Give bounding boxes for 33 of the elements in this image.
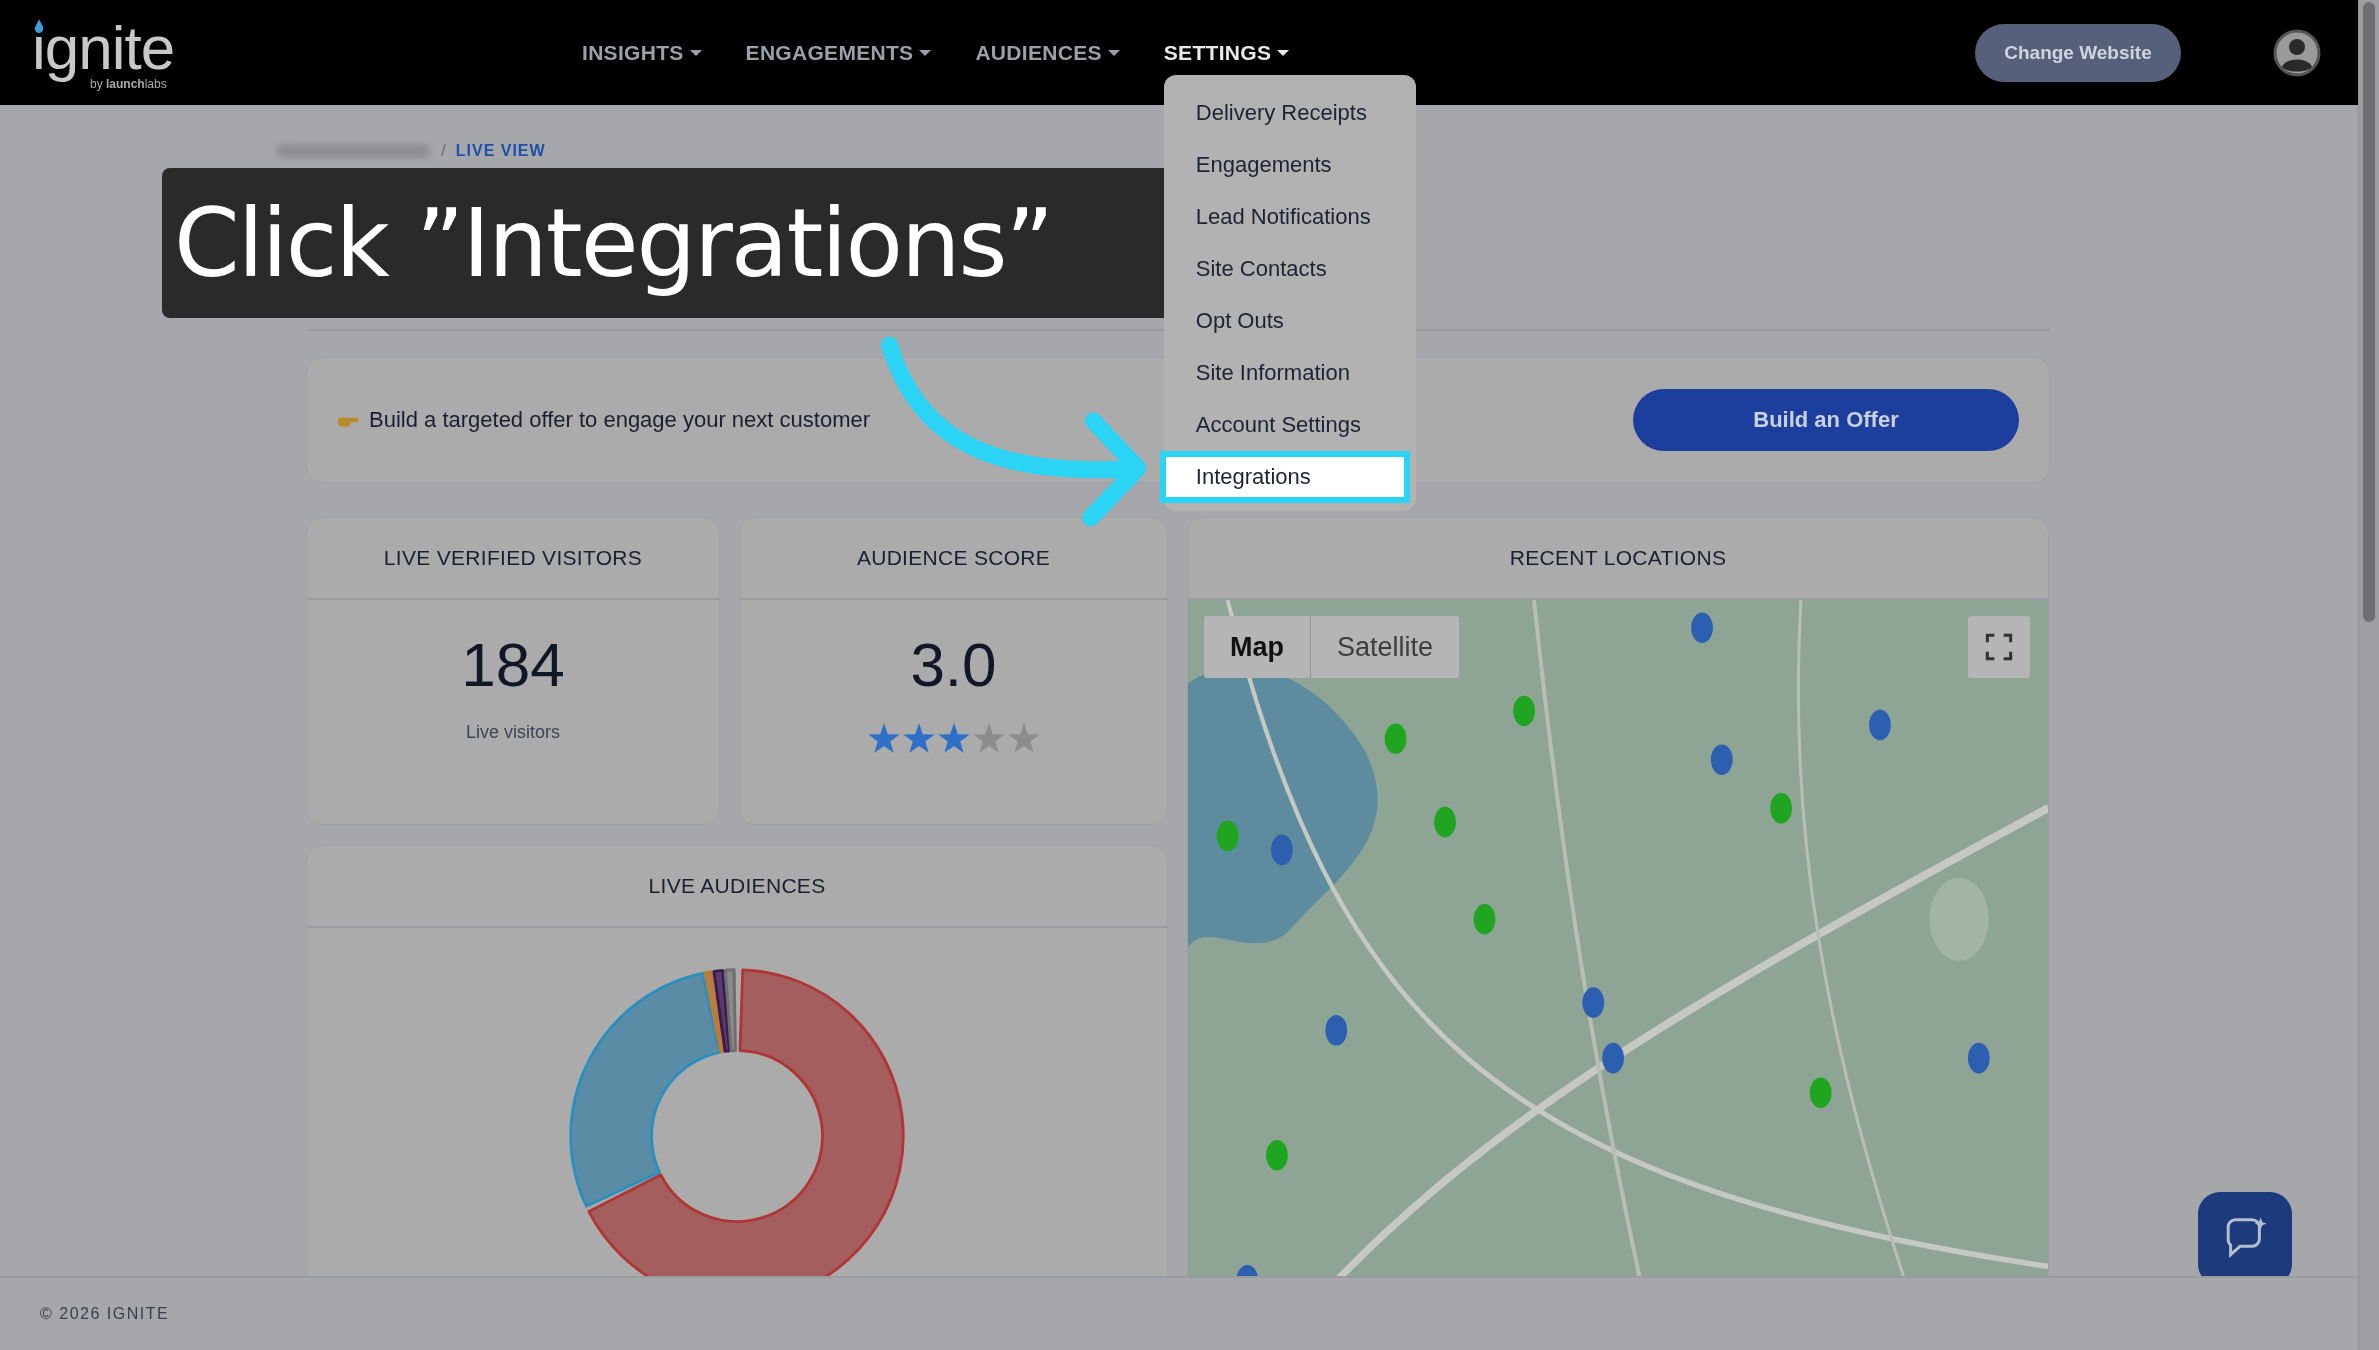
breadcrumb-current: LIVE VIEW [455,142,546,160]
logo[interactable]: ignite by launchlabs [32,12,202,93]
nav-menu[interactable]: ENGAGEMENTS [745,34,932,71]
map-type-tab[interactable]: Satellite [1311,616,1460,678]
change-website-button[interactable]: Change Website [1975,23,2181,82]
caret-icon [1107,49,1120,56]
build-offer-button[interactable]: Build an Offer [1633,389,2019,451]
card-title: AUDIENCE SCORE [856,546,1051,570]
caret-icon [689,49,702,56]
scrollbar[interactable] [2358,0,2379,1350]
nav-menu[interactable]: AUDIENCES [975,34,1120,71]
avatar-icon[interactable] [2273,28,2321,77]
chat-button[interactable] [2198,1192,2292,1276]
menu-item[interactable]: Delivery Receipts [1163,86,1416,139]
fullscreen-button[interactable] [1968,616,2030,678]
menu-item[interactable]: Account Settings [1163,398,1416,451]
fullscreen-icon [1985,633,2013,661]
stat-value: 184 [461,630,565,700]
stat-value: 3.0 [910,630,997,700]
map-type-tab[interactable]: Map [1204,616,1311,678]
menu-item[interactable]: Integrations [1159,450,1410,503]
copyright-text: © 2026 IGNITE [40,1305,170,1323]
caret-icon [919,49,932,56]
menu-item[interactable]: Site Information [1163,346,1416,399]
nav-menu[interactable]: SETTINGS [1163,34,1290,71]
offer-text: Build a targeted offer to engage your next customer [369,407,870,433]
caret-icon [1277,49,1290,56]
card-title: LIVE VERIFIED VISITORS [383,546,643,570]
stat-caption: Live visitors [466,722,560,743]
breadcrumb-separator: / [441,141,446,161]
nav-menu[interactable]: INSIGHTS [582,34,702,71]
card-title: RECENT LOCATIONS [1509,546,1727,570]
card-title: LIVE AUDIENCES [648,874,826,898]
